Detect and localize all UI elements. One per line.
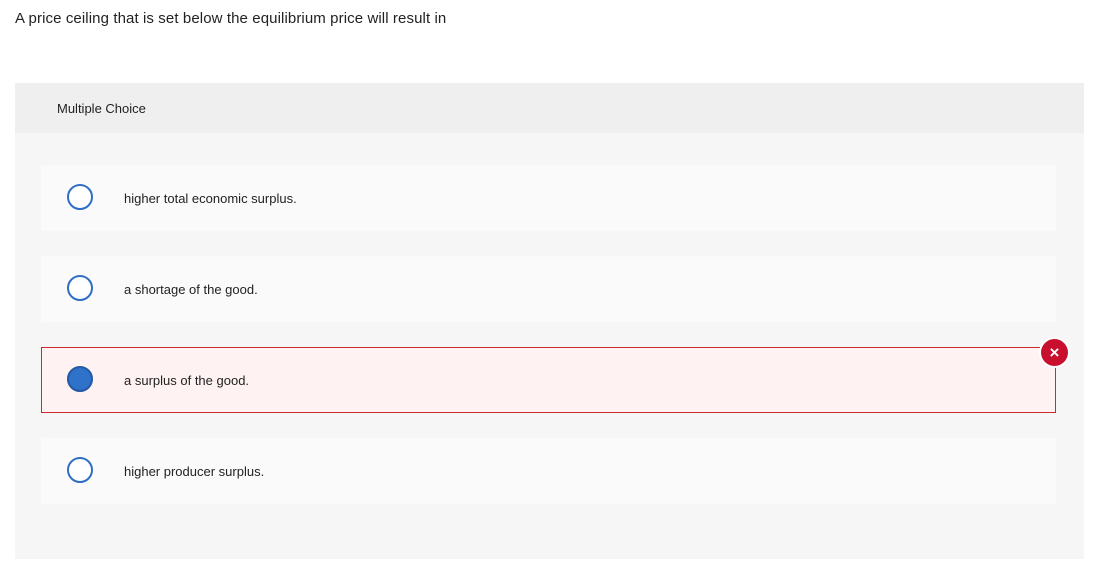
answer-option-label: a shortage of the good.: [124, 282, 258, 297]
answer-option-label: a surplus of the good.: [124, 373, 250, 388]
question-type-label: Multiple Choice: [57, 101, 146, 116]
answer-option-2[interactable]: a shortage of the good.: [41, 256, 1056, 322]
radio-button-unselected[interactable]: [67, 184, 93, 210]
multiple-choice-card: Multiple Choice higher total economic su…: [15, 83, 1084, 559]
answer-option-label: higher total economic surplus.: [124, 191, 297, 206]
incorrect-x-icon: ×: [1041, 339, 1068, 366]
radio-button-unselected[interactable]: [67, 457, 93, 483]
answer-option-1[interactable]: higher total economic surplus.: [41, 165, 1056, 231]
answer-option-3-selected-incorrect[interactable]: a surplus of the good. ×: [41, 339, 1068, 413]
radio-button-unselected[interactable]: [67, 275, 93, 301]
question-text: A price ceiling that is set below the eq…: [15, 10, 447, 27]
answer-option-label: higher producer surplus.: [124, 464, 265, 479]
radio-button-selected[interactable]: [67, 366, 93, 392]
card-header: Multiple Choice: [15, 83, 1084, 133]
answer-option-4[interactable]: higher producer surplus.: [41, 438, 1056, 504]
